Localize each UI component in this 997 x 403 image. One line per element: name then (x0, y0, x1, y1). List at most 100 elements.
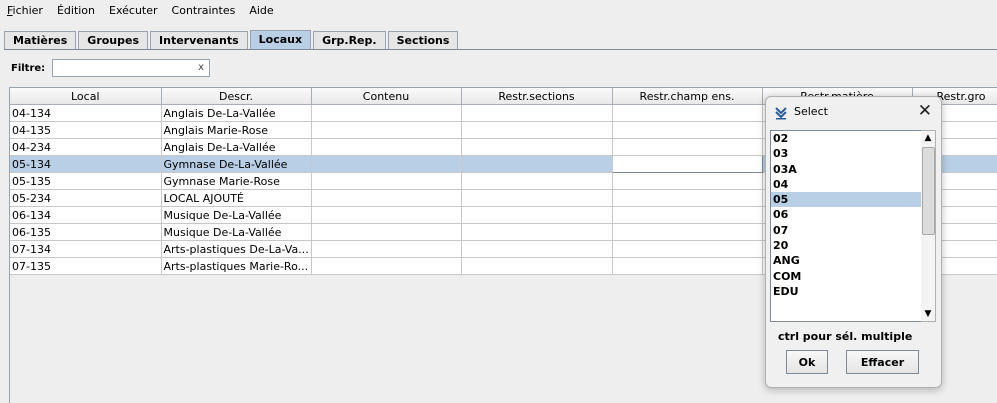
table-cell[interactable]: Arts-plastiques De-La-Va... (161, 240, 312, 258)
dialog-title: Select (794, 105, 828, 118)
list-item[interactable]: ANG (771, 253, 922, 268)
menu-item-0[interactable]: Fichier (0, 0, 50, 22)
list-item[interactable]: 05 (771, 192, 922, 208)
table-cell[interactable] (311, 104, 462, 122)
table-cell[interactable] (311, 138, 462, 156)
table-cell[interactable] (311, 240, 462, 258)
filter-label: Filtre: (11, 63, 46, 74)
table-cell[interactable] (612, 223, 763, 241)
table-cell[interactable] (611, 155, 763, 173)
scroll-thumb[interactable] (922, 147, 935, 235)
table-cell[interactable] (612, 189, 763, 207)
list-item[interactable]: 07 (771, 223, 922, 238)
table-cell[interactable] (311, 257, 462, 275)
table-cell[interactable] (461, 155, 613, 173)
table-cell[interactable]: Musique De-La-Vallée (161, 223, 312, 241)
app-icon (775, 107, 787, 120)
table-cell[interactable] (311, 189, 462, 207)
dialog-title-bar: Select ✕ (766, 97, 941, 127)
filter-input[interactable]: x (52, 59, 210, 77)
tab-sections[interactable]: Sections (387, 31, 459, 49)
table-cell[interactable]: 06-134 (10, 206, 162, 224)
table-cell[interactable] (461, 257, 613, 275)
table-cell[interactable]: 05-234 (10, 189, 162, 207)
table-cell[interactable] (612, 104, 763, 122)
menu-item-4[interactable]: Aide (242, 0, 280, 22)
column-header[interactable]: Contenu (311, 88, 462, 105)
table-cell[interactable]: Gymnase Marie-Rose (161, 172, 312, 190)
tab-intervenants[interactable]: Intervenants (150, 31, 248, 49)
table-cell[interactable] (311, 121, 462, 139)
table-cell[interactable]: 07-134 (10, 240, 162, 258)
table-cell[interactable] (461, 240, 613, 258)
tab-groupes[interactable]: Groupes (78, 31, 149, 49)
table-cell[interactable] (461, 206, 613, 224)
list-item[interactable]: 03 (771, 146, 922, 161)
tab-mati-res[interactable]: Matières (4, 31, 77, 49)
menu-label: Édition (56, 4, 96, 17)
table-cell[interactable] (612, 206, 763, 224)
table-cell[interactable]: 04-134 (10, 104, 162, 122)
column-header[interactable]: Descr. (161, 88, 312, 105)
table-cell[interactable]: 06-135 (10, 223, 162, 241)
table-cell[interactable] (612, 240, 763, 258)
tab-locaux[interactable]: Locaux (249, 30, 312, 49)
table-cell[interactable] (461, 189, 613, 207)
select-dialog: Select ✕ 02 03 03A 04 05 06 07 20 ANG COM EDU ▲ ▼ … (765, 96, 942, 388)
table-cell[interactable] (461, 121, 613, 139)
table-cell[interactable] (461, 104, 613, 122)
ok-button[interactable]: Ok (786, 350, 828, 374)
table-cell[interactable]: LOCAL AJOUTÉ (161, 189, 312, 207)
table-cell[interactable] (311, 206, 462, 224)
table-cell[interactable] (461, 172, 613, 190)
menu-label: ichier (12, 4, 43, 17)
menu-item-2[interactable]: Exécuter (102, 0, 165, 22)
table-cell[interactable]: 07-135 (10, 257, 162, 275)
menu-label: Contraintes (171, 4, 236, 17)
clear-button[interactable]: Effacer (846, 350, 919, 374)
table-cell[interactable]: 05-134 (10, 155, 162, 173)
table-cell[interactable]: Arts-plastiques Marie-Ro... (161, 257, 312, 275)
table-cell[interactable]: Gymnase De-La-Vallée (161, 155, 312, 173)
multi-select-hint: ctrl pour sél. multiple (778, 330, 913, 343)
list-item[interactable]: EDU (771, 284, 922, 299)
list-item[interactable]: 06 (771, 207, 922, 222)
table-cell[interactable] (311, 155, 462, 173)
menu-bar: Fichier Édition Exécuter Contraintes Aide (0, 0, 997, 22)
table-cell[interactable]: Anglais De-La-Vallée (161, 138, 312, 156)
close-icon[interactable]: ✕ (918, 102, 932, 120)
list-item[interactable]: COM (771, 269, 922, 284)
list-item[interactable]: 04 (771, 177, 922, 192)
menu-item-3[interactable]: Contraintes (165, 0, 243, 22)
tab-divider (4, 49, 997, 50)
table-cell[interactable] (311, 172, 462, 190)
table-cell[interactable]: Anglais Marie-Rose (161, 121, 312, 139)
table-cell[interactable]: Anglais De-La-Vallée (161, 104, 312, 122)
list-scrollbar[interactable]: ▲ ▼ (921, 130, 936, 322)
table-cell[interactable] (612, 121, 763, 139)
table-cell[interactable]: Musique De-La-Vallée (161, 206, 312, 224)
table-cell[interactable] (461, 223, 613, 241)
table-cell[interactable] (612, 138, 763, 156)
tab-grp-rep-[interactable]: Grp.Rep. (313, 31, 386, 49)
table-cell[interactable] (461, 138, 613, 156)
selection-list[interactable]: 02 03 03A 04 05 06 07 20 ANG COM EDU (770, 130, 923, 322)
menu-label: Exécuter (109, 4, 158, 17)
table-cell[interactable]: 04-234 (10, 138, 162, 156)
column-header[interactable]: Restr.champ ens. (612, 88, 763, 105)
list-item[interactable]: 03A (771, 162, 922, 177)
list-item[interactable]: 02 (771, 131, 922, 146)
table-cell[interactable] (612, 172, 763, 190)
column-header[interactable]: Local (10, 88, 162, 105)
table-cell[interactable] (311, 223, 462, 241)
filter-clear-button[interactable]: x (198, 62, 204, 73)
table-cell[interactable]: 04-135 (10, 121, 162, 139)
column-header[interactable]: Restr.sections (461, 88, 613, 105)
tab-bar: Matières Groupes Intervenants Locaux Grp.Rep… (4, 30, 460, 49)
scroll-down-icon[interactable]: ▼ (921, 307, 935, 321)
table-cell[interactable]: 05-135 (10, 172, 162, 190)
list-item[interactable]: 20 (771, 238, 922, 253)
scroll-up-icon[interactable]: ▲ (921, 131, 935, 145)
menu-item-1[interactable]: Édition (50, 0, 102, 22)
table-cell[interactable] (612, 257, 763, 275)
